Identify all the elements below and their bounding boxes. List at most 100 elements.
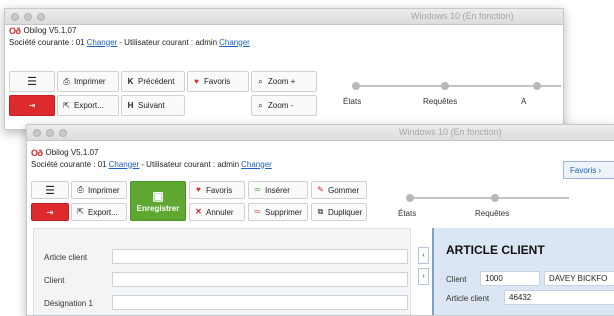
favorites-label: Favoris bbox=[204, 77, 231, 86]
front-app-title-bar: Oð Obilog V5.1.07 bbox=[27, 147, 614, 158]
detail-client-name-input[interactable]: DAVEY BICKFO bbox=[544, 271, 614, 286]
back-app-title-bar: Oð Obilog V5.1.07 bbox=[5, 25, 563, 36]
close-window-button[interactable] bbox=[33, 129, 41, 137]
client-label: Client bbox=[44, 276, 65, 285]
export-button[interactable]: ⇱ Export... bbox=[71, 203, 127, 221]
detail-panel: ARTICLE CLIENT Client 1000 DAVEY BICKFO … bbox=[432, 228, 614, 315]
detail-client-code-input[interactable]: 1000 bbox=[480, 271, 540, 286]
logout-button[interactable]: ⇥ bbox=[9, 95, 55, 116]
print-label: Imprimer bbox=[74, 77, 106, 86]
insert-button[interactable]: ═ Insérer bbox=[248, 181, 308, 199]
print-button[interactable]: ⎙ Imprimer bbox=[71, 181, 127, 199]
duplicate-label: Dupliquer bbox=[328, 207, 363, 217]
front-window-title: Windows 10 (En fonction) bbox=[399, 127, 502, 137]
form-panel: Article client Client Désignation 1 bbox=[33, 228, 411, 315]
societe-label: Société courante : 01 bbox=[9, 37, 85, 47]
delete-label: Supprimer bbox=[265, 207, 302, 217]
step-label-requetes[interactable]: Requêtes bbox=[475, 209, 509, 218]
logout-icon: ⇥ bbox=[46, 207, 54, 217]
delete-icon: ═ bbox=[254, 207, 261, 216]
detail-title: ARTICLE CLIENT bbox=[446, 243, 545, 257]
step-label-etats[interactable]: États bbox=[343, 97, 361, 106]
front-info-line: Société courante : 01 Changer - Utilisat… bbox=[27, 158, 614, 170]
step-dot-etats[interactable] bbox=[406, 194, 414, 202]
minimize-window-button[interactable] bbox=[46, 129, 54, 137]
change-societe-link[interactable]: Changer bbox=[109, 160, 140, 169]
print-button[interactable]: ⎙ Imprimer bbox=[57, 71, 119, 92]
obilog-logo-icon: Oð bbox=[9, 25, 21, 36]
export-label: Export... bbox=[88, 207, 118, 217]
workflow-track bbox=[409, 197, 569, 199]
favorites-button[interactable]: ♥ Favoris bbox=[189, 181, 245, 199]
front-window: Windows 10 (En fonction) Oð Obilog V5.1.… bbox=[26, 124, 614, 316]
previous-icon: K bbox=[127, 76, 134, 86]
cancel-button[interactable]: ✕ Annuler bbox=[189, 203, 245, 221]
printer-icon: ⎙ bbox=[63, 76, 70, 86]
export-icon: ⇱ bbox=[77, 207, 84, 216]
back-info-line: Société courante : 01 Changer - Utilisat… bbox=[5, 36, 563, 48]
close-window-button[interactable] bbox=[11, 13, 19, 21]
erase-button[interactable]: ✎ Gommer bbox=[311, 181, 367, 199]
designation-label: Désignation 1 bbox=[44, 299, 93, 308]
favorites-label: Favoris bbox=[206, 185, 233, 195]
next-button[interactable]: H Suivant bbox=[121, 95, 185, 116]
article-client-label: Article client bbox=[44, 253, 88, 262]
duplicate-icon: ⧉ bbox=[317, 207, 324, 216]
logout-button[interactable]: ⇥ bbox=[31, 203, 69, 221]
step-dot-etats[interactable] bbox=[352, 82, 360, 90]
step-dot-requetes[interactable] bbox=[491, 194, 499, 202]
favorites-button[interactable]: ♥ Favoris bbox=[187, 71, 249, 92]
logout-icon: ⇥ bbox=[28, 101, 36, 110]
zoom-in-icon: ⌕ bbox=[258, 76, 263, 86]
zoom-in-button[interactable]: ⌕ Zoom + bbox=[251, 71, 317, 92]
next-icon: H bbox=[127, 100, 134, 110]
step-dot-requetes[interactable] bbox=[441, 82, 449, 90]
minimize-window-button[interactable] bbox=[24, 13, 32, 21]
chevron-right-icon: › bbox=[422, 273, 425, 280]
chevron-left-icon: ‹ bbox=[422, 252, 425, 259]
step-label-a[interactable]: A bbox=[521, 97, 526, 106]
app-title: Obilog V5.1.07 bbox=[45, 148, 99, 157]
previous-label: Précédent bbox=[138, 77, 175, 86]
societe-label: Société courante : 01 bbox=[31, 159, 107, 169]
menu-icon: ☰ bbox=[27, 76, 37, 88]
expand-right-button[interactable]: › bbox=[418, 268, 429, 285]
zoom-out-label: Zoom - bbox=[268, 101, 294, 110]
zoom-out-button[interactable]: ⌕ Zoom - bbox=[251, 95, 317, 116]
previous-button[interactable]: K Précédent bbox=[121, 71, 185, 92]
change-user-link[interactable]: Changer bbox=[241, 160, 272, 169]
heart-icon: ♥ bbox=[194, 76, 199, 86]
step-label-requetes[interactable]: Requêtes bbox=[423, 97, 457, 106]
detail-article-input[interactable]: 46432 bbox=[504, 290, 614, 305]
change-user-link[interactable]: Changer bbox=[219, 38, 250, 47]
collapse-left-button[interactable]: ‹ bbox=[418, 247, 429, 264]
client-input[interactable] bbox=[112, 272, 408, 287]
export-icon: ⇱ bbox=[63, 100, 70, 110]
menu-button[interactable]: ☰ bbox=[9, 71, 55, 92]
duplicate-button[interactable]: ⧉ Dupliquer bbox=[311, 203, 367, 221]
article-client-input[interactable] bbox=[112, 249, 408, 264]
maximize-window-button[interactable] bbox=[59, 129, 67, 137]
maximize-window-button[interactable] bbox=[37, 13, 45, 21]
save-button[interactable]: ▣ Enregistrer bbox=[130, 181, 186, 221]
step-label-etats[interactable]: États bbox=[398, 209, 416, 218]
detail-article-label: Article client bbox=[446, 294, 490, 303]
step-dot-a[interactable] bbox=[533, 82, 541, 90]
menu-button[interactable]: ☰ bbox=[31, 181, 69, 199]
detail-client-label: Client bbox=[446, 275, 467, 284]
export-button[interactable]: ⇱ Export... bbox=[57, 95, 119, 116]
designation-input[interactable] bbox=[112, 295, 408, 310]
change-societe-link[interactable]: Changer bbox=[87, 38, 118, 47]
favoris-panel-button[interactable]: Favoris › bbox=[563, 161, 614, 179]
print-label: Imprimer bbox=[88, 185, 120, 195]
delete-button[interactable]: ═ Supprimer bbox=[248, 203, 308, 221]
printer-icon: ⎙ bbox=[77, 185, 84, 194]
menu-icon: ☰ bbox=[45, 184, 55, 197]
save-icon: ▣ bbox=[152, 188, 164, 203]
erase-label: Gommer bbox=[328, 185, 360, 195]
zoom-out-icon: ⌕ bbox=[258, 100, 263, 110]
insert-icon: ═ bbox=[254, 185, 261, 194]
cancel-label: Annuler bbox=[206, 207, 234, 217]
front-window-titlebar: Windows 10 (En fonction) bbox=[27, 125, 614, 141]
back-window-titlebar: Windows 10 (En fonction) bbox=[5, 9, 563, 25]
